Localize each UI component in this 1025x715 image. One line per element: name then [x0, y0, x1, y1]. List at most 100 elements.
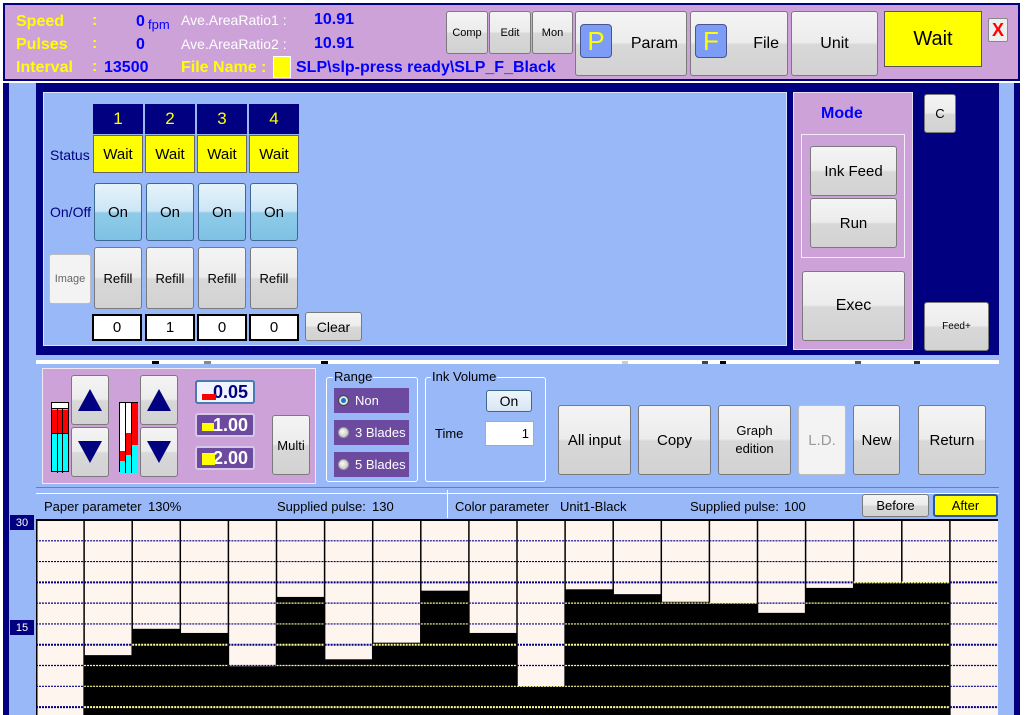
pulses-label: Pulses — [16, 36, 68, 53]
ink-feed-button[interactable]: Ink Feed — [810, 146, 897, 196]
chart-bar-3[interactable] — [132, 628, 181, 715]
new-button[interactable]: New — [853, 405, 900, 475]
ave-area-ratio2-label: Ave.AreaRatio2 : — [181, 36, 287, 52]
unit-button[interactable]: Unit — [791, 11, 878, 76]
before-button[interactable]: Before — [862, 494, 929, 517]
gauge-2-down-button[interactable] — [140, 427, 178, 477]
speed-value: 0 — [136, 13, 145, 30]
step-value-0-05[interactable]: 0.05 — [195, 380, 255, 404]
ink-level-gauge-2 — [119, 402, 138, 473]
multi-button[interactable]: Multi — [272, 415, 310, 475]
after-button[interactable]: After — [933, 494, 998, 517]
mon-button[interactable]: Mon — [532, 11, 573, 54]
step-value-2-00[interactable]: 2.00 — [195, 446, 255, 470]
ink-volume-toggle-button[interactable]: On — [486, 390, 532, 412]
machine-status-indicator: Wait — [884, 11, 982, 67]
clear-button[interactable]: Clear — [305, 312, 362, 341]
all-input-button[interactable]: All input — [558, 405, 631, 475]
gauge-1-down-button[interactable] — [71, 427, 109, 477]
ave-area-ratio2-value: 10.91 — [314, 35, 355, 52]
speed-label: Speed — [16, 13, 65, 30]
unit-2-refill-button[interactable]: Refill — [146, 247, 194, 309]
unit-2-header: 2 — [145, 104, 195, 134]
range-option-label: Non — [355, 393, 379, 408]
unit-1-refill-button[interactable]: Refill — [94, 247, 142, 309]
unit-3-refill-count: 0 — [197, 314, 247, 341]
close-icon[interactable]: X — [988, 18, 1008, 42]
image-button[interactable]: Image — [49, 254, 91, 304]
edit-button[interactable]: Edit — [489, 11, 531, 54]
paper-parameter-label: Paper parameter — [44, 499, 142, 514]
comp-button[interactable]: Comp — [446, 11, 488, 54]
arrow-down-icon — [147, 441, 171, 463]
range-option-5-blades[interactable]: 5 Blades — [334, 452, 409, 477]
c-button[interactable]: C — [924, 94, 956, 133]
run-button[interactable]: Run — [810, 198, 897, 248]
chart-bar-14[interactable] — [661, 601, 710, 715]
file-name-value: SLP\slp-press ready\SLP_F_Black — [296, 59, 556, 76]
unit-3-toggle-button[interactable]: On — [198, 183, 246, 241]
radio-unselected-icon — [338, 459, 349, 470]
radio-unselected-icon — [338, 427, 349, 438]
file-button[interactable]: F File — [690, 11, 788, 76]
mode-title: Mode — [821, 105, 863, 122]
unit-4-refill-count: 0 — [249, 314, 299, 341]
chart-bar-13[interactable] — [613, 594, 662, 715]
unit-4-status: Wait — [249, 135, 299, 173]
arrow-down-icon — [78, 441, 102, 463]
chart-bar-11[interactable] — [517, 686, 566, 715]
graph-edition-button[interactable]: Graph edition — [718, 405, 791, 475]
interval-label: Interval — [16, 59, 73, 76]
speed-colon: : — [92, 12, 98, 29]
copy-button[interactable]: Copy — [638, 405, 711, 475]
unit-4-refill-button[interactable]: Refill — [250, 247, 298, 309]
param-divider — [447, 490, 448, 518]
param-button[interactable]: P Param — [575, 11, 687, 76]
red-swatch-icon — [202, 394, 216, 400]
feed-plus-button[interactable]: Feed+ — [924, 302, 989, 351]
chart-bar-19[interactable] — [901, 582, 950, 715]
gauge-2-up-button[interactable] — [140, 375, 178, 425]
chart-bar-18[interactable] — [853, 582, 902, 715]
exec-button[interactable]: Exec — [802, 271, 905, 341]
ink-profile-chart[interactable] — [36, 519, 998, 715]
yellow-swatch-icon — [202, 453, 215, 465]
pulses-colon: : — [92, 35, 98, 52]
chart-bar-16[interactable] — [757, 612, 806, 715]
unit-3-refill-button[interactable]: Refill — [198, 247, 246, 309]
yellow-swatch-icon — [202, 423, 214, 431]
ave-area-ratio1-value: 10.91 — [314, 11, 355, 28]
pulses-value: 0 — [136, 36, 145, 53]
chart-bar-2[interactable] — [84, 655, 133, 715]
range-option-label: 3 Blades — [355, 425, 406, 440]
chart-bar-9[interactable] — [420, 590, 469, 715]
gauge-1-up-button[interactable] — [71, 375, 109, 425]
range-option-3-blades[interactable]: 3 Blades — [334, 420, 409, 445]
supplied-pulse-label-1: Supplied pulse: — [277, 499, 366, 514]
chart-bar-8[interactable] — [372, 642, 421, 715]
supplied-pulse-value-1: 130 — [372, 499, 394, 514]
speed-unit: fpm — [148, 17, 170, 32]
ink-level-gauge-1 — [51, 402, 69, 473]
chart-bar-15[interactable] — [709, 603, 758, 715]
time-label: Time — [435, 426, 464, 441]
ave-area-ratio1-label: Ave.AreaRatio1 : — [181, 12, 287, 28]
return-button[interactable]: Return — [918, 405, 986, 475]
chart-bar-6[interactable] — [276, 596, 325, 715]
step-value-1-00[interactable]: 1.00 — [195, 413, 255, 437]
range-option-non[interactable]: Non — [334, 388, 409, 413]
step-value-label: 0.05 — [212, 381, 248, 402]
file-name-label: File Name : — [181, 59, 267, 76]
time-input[interactable] — [485, 421, 534, 446]
step-value-label: 1.00 — [212, 414, 248, 435]
unit-4-toggle-button[interactable]: On — [250, 183, 298, 241]
param-button-label: Param — [630, 34, 678, 52]
file-color-indicator — [273, 56, 291, 78]
ld-button[interactable]: L.D. — [798, 405, 846, 475]
color-parameter-value: Unit1-Black — [560, 499, 627, 514]
chart-bar-17[interactable] — [805, 587, 854, 715]
unit-2-toggle-button[interactable]: On — [146, 183, 194, 241]
unit-2-status: Wait — [145, 135, 195, 173]
unit-1-toggle-button[interactable]: On — [94, 183, 142, 241]
chart-bar-12[interactable] — [565, 589, 614, 715]
